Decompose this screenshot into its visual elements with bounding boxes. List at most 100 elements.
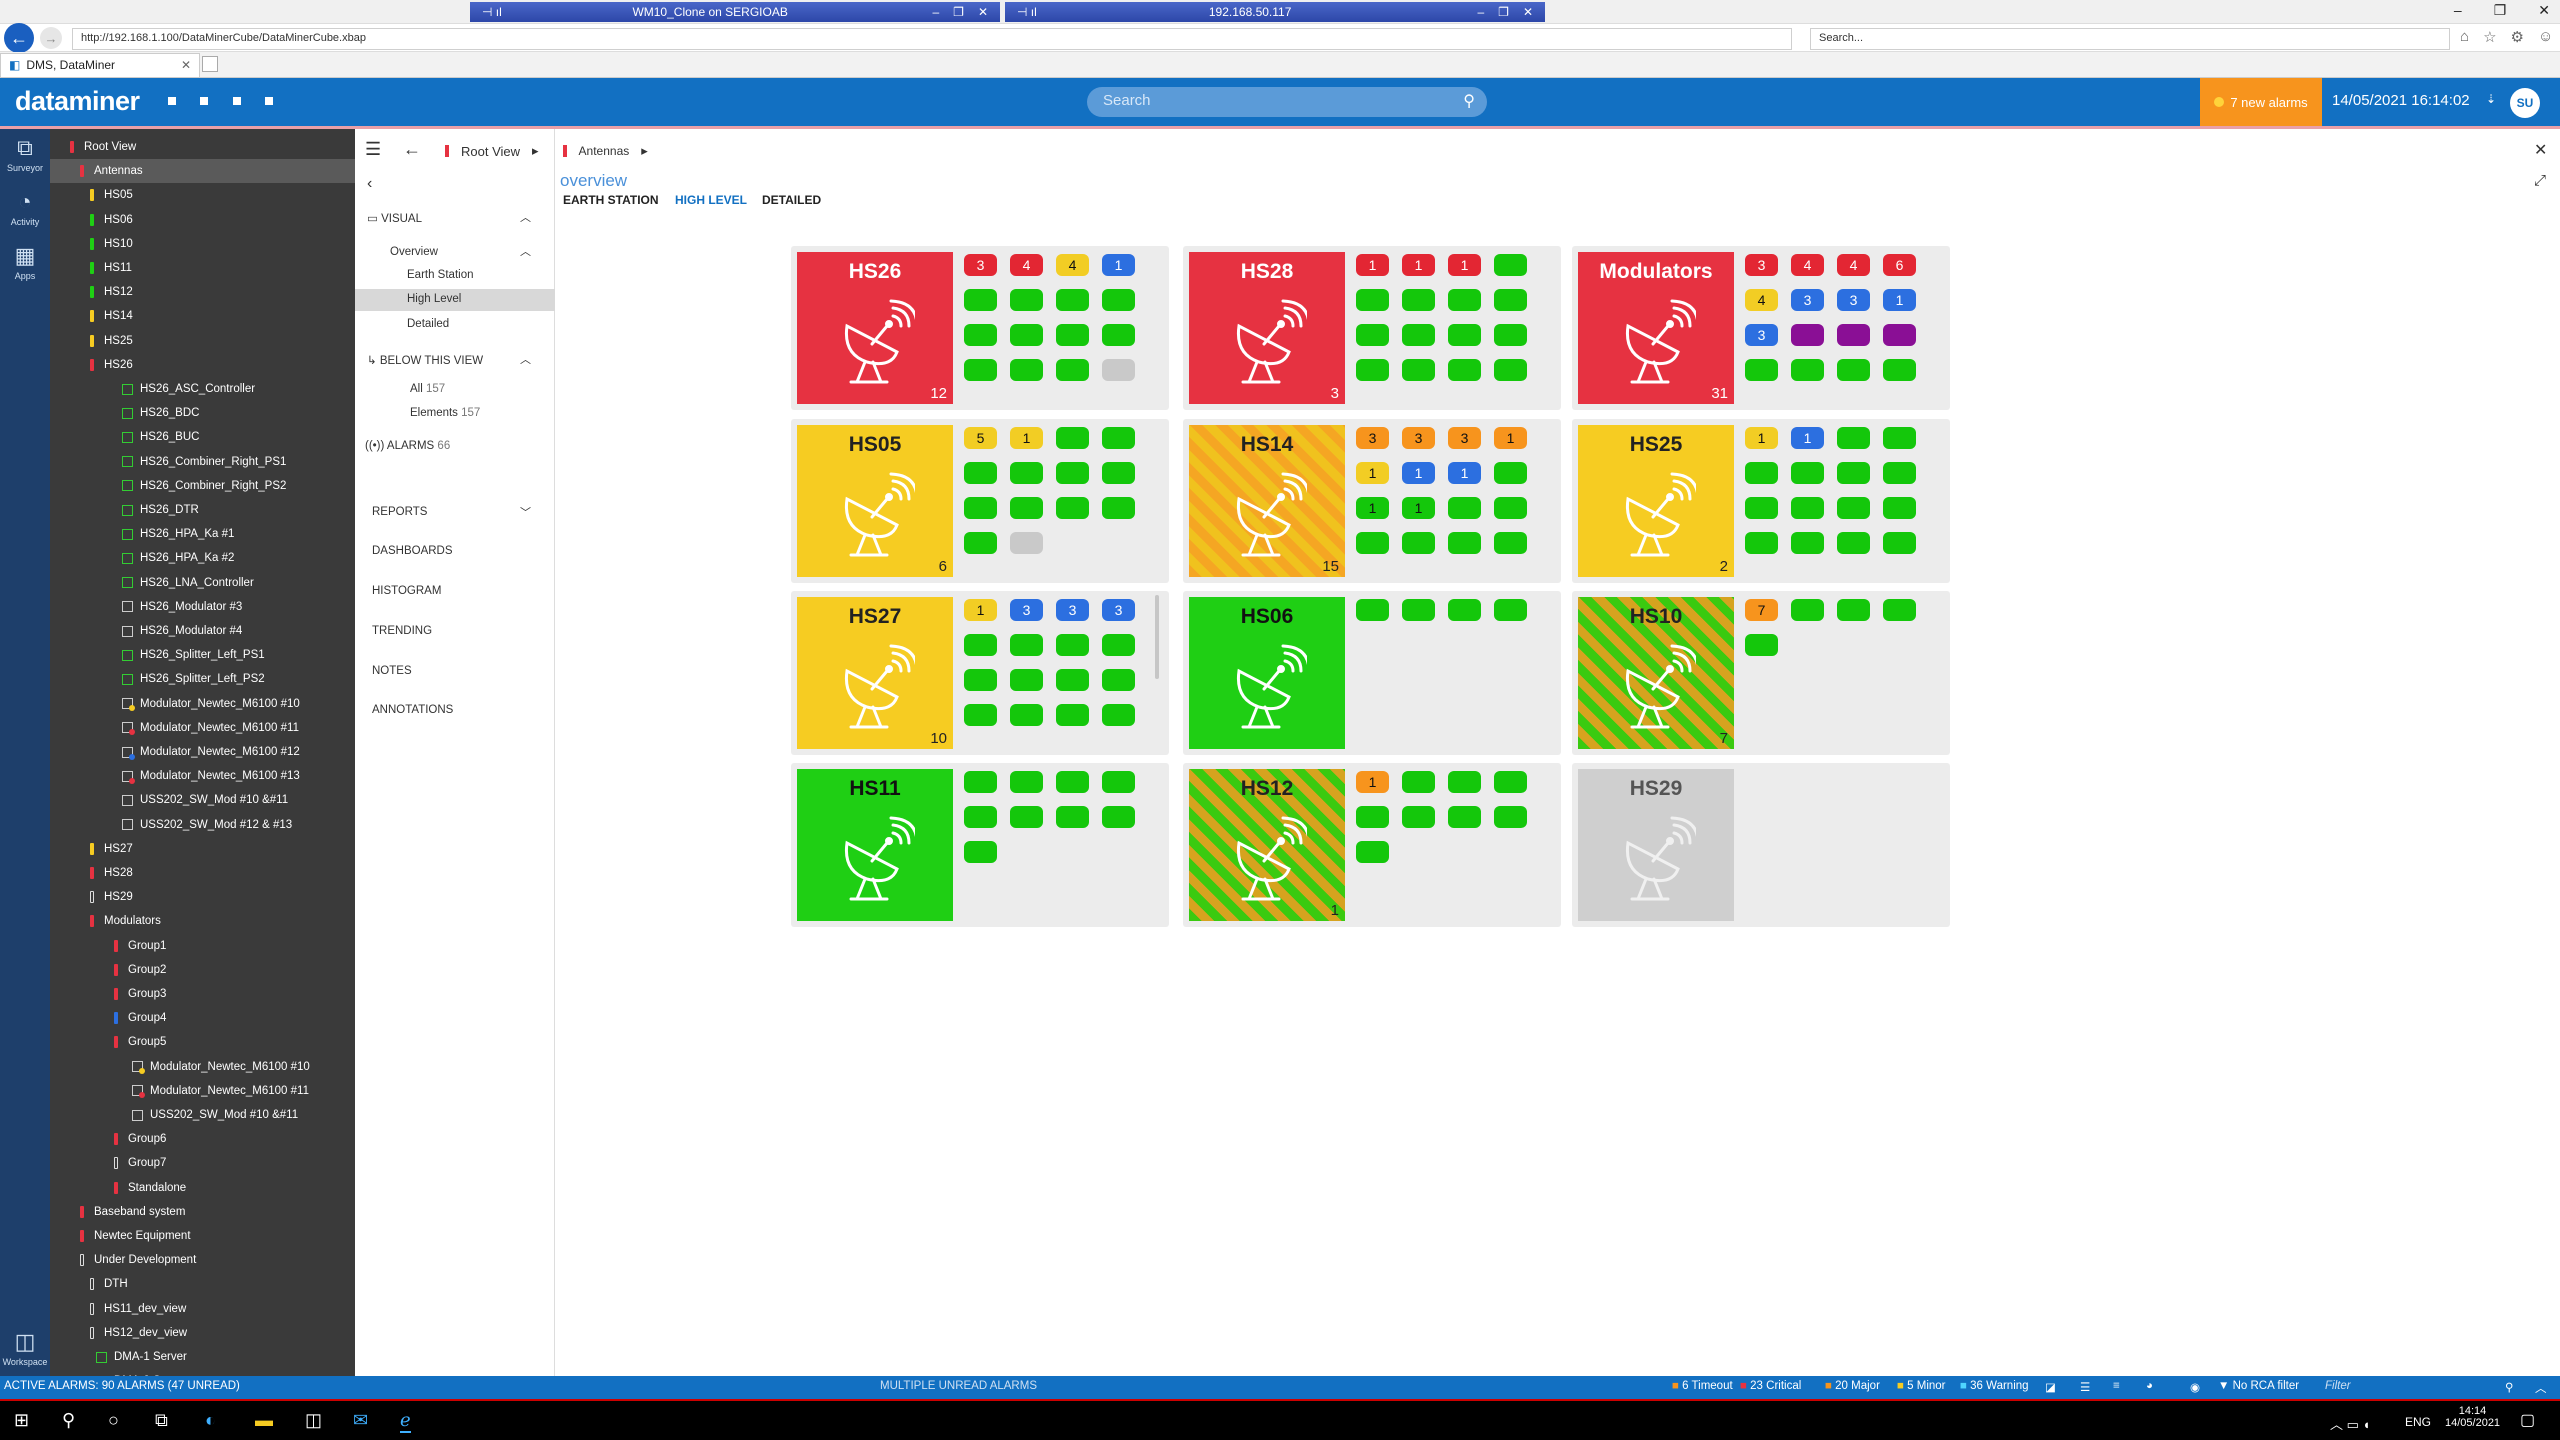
tree-item[interactable]: DTH — [50, 1272, 355, 1296]
minor-counter[interactable]: ■ 5 Minor — [1897, 1380, 1946, 1392]
element-status-pill[interactable] — [1448, 324, 1481, 346]
element-status-pill[interactable] — [1883, 324, 1916, 346]
taskbar-clock[interactable]: 14:14 14/05/2021 — [2445, 1405, 2500, 1429]
tree-item[interactable]: HS26_ASC_Controller — [50, 377, 355, 401]
critical-counter[interactable]: ■ 23 Critical — [1740, 1380, 1801, 1392]
tree-item[interactable]: Antennas — [50, 159, 355, 184]
element-status-pill[interactable]: 6 — [1883, 254, 1916, 276]
internet-explorer-icon[interactable]: ℯ — [400, 1410, 411, 1433]
element-status-pill[interactable] — [1791, 532, 1824, 554]
close-card-icon[interactable]: ✕ — [2534, 140, 2547, 160]
view-tile[interactable]: HS29 — [1578, 769, 1734, 921]
antenna-card[interactable]: HS14 15 3 3 3 1 1 1 1 1 1 — [1183, 419, 1561, 583]
element-status-pill[interactable]: 1 — [1883, 289, 1916, 311]
breadcrumb-arrow-icon[interactable]: ▸ — [532, 143, 539, 159]
element-status-pill[interactable] — [964, 289, 997, 311]
element-status-pill[interactable]: 1 — [1402, 462, 1435, 484]
tree-item[interactable]: Under Development — [50, 1248, 355, 1272]
cortana-icon[interactable]: ○ — [108, 1410, 119, 1431]
element-status-pill[interactable]: 1 — [1356, 254, 1389, 276]
element-status-pill[interactable]: 3 — [1056, 599, 1089, 621]
element-status-pill[interactable] — [1837, 359, 1870, 381]
detailed-item[interactable]: Detailed — [407, 318, 449, 330]
tree-item[interactable]: Newtec Equipment — [50, 1224, 355, 1248]
element-status-pill[interactable] — [1494, 806, 1527, 828]
element-status-pill[interactable] — [1745, 634, 1778, 656]
tree-item[interactable]: Modulator_Newtec_M6100 #10 — [50, 692, 355, 716]
element-status-pill[interactable] — [1494, 599, 1527, 621]
focus-icon[interactable]: ◉ — [2190, 1380, 2200, 1394]
edge-icon[interactable]: ◐ — [205, 1410, 216, 1431]
tree-item[interactable]: HS26_Modulator #3 — [50, 595, 355, 619]
close-icon[interactable]: ✕ — [1523, 5, 1533, 19]
element-status-pill[interactable] — [1356, 359, 1389, 381]
element-status-pill[interactable] — [1010, 669, 1043, 691]
view-tile[interactable]: HS05 6 — [797, 425, 953, 577]
tree-item[interactable]: Modulator_Newtec_M6100 #12 — [50, 740, 355, 764]
antenna-card[interactable]: HS10 77 — [1572, 591, 1950, 755]
tree-item[interactable]: Group6 — [50, 1127, 355, 1151]
view-tile[interactable]: Modulators 31 — [1578, 252, 1734, 404]
high-level-item[interactable]: High Level — [407, 293, 461, 305]
tree-item[interactable]: HS11_dev_view — [50, 1297, 355, 1321]
browser-search-input[interactable]: Search... — [1810, 28, 2450, 50]
element-status-pill[interactable]: 3 — [1837, 289, 1870, 311]
element-status-pill[interactable] — [1883, 497, 1916, 519]
element-status-pill[interactable] — [1056, 806, 1089, 828]
all-item[interactable]: All 157 — [410, 383, 445, 395]
tree-item[interactable]: HS26_BUC — [50, 425, 355, 449]
earth-station-item[interactable]: Earth Station — [407, 269, 473, 281]
tree-item[interactable]: Group1 — [50, 934, 355, 958]
rdp-tab-1[interactable]: ⊣ ıl WM10_Clone on SERGIOAB – ❐ ✕ — [470, 2, 1000, 22]
tree-item[interactable]: HS25 — [50, 329, 355, 353]
antenna-card[interactable]: Modulators 31 3 4 4 6 4 3 3 1 3 — [1572, 246, 1950, 410]
element-status-pill[interactable] — [1010, 532, 1043, 554]
element-status-pill[interactable]: 4 — [1010, 254, 1043, 276]
reports-item[interactable]: REPORTS — [372, 506, 427, 518]
element-status-pill[interactable]: 5 — [964, 427, 997, 449]
collapse-panel-icon[interactable]: ‹ — [367, 175, 372, 193]
tree-item[interactable]: Standalone — [50, 1176, 355, 1200]
tree-item[interactable]: HS14 — [50, 304, 355, 328]
chevron-up-icon[interactable]: ︿ — [520, 243, 531, 259]
element-status-pill[interactable] — [1056, 289, 1089, 311]
antenna-card[interactable]: HS27 10 1 3 3 3 — [791, 591, 1169, 755]
element-status-pill[interactable]: 3 — [1356, 427, 1389, 449]
app-dot-3[interactable] — [233, 97, 241, 105]
element-status-pill[interactable] — [964, 497, 997, 519]
element-status-pill[interactable] — [1056, 704, 1089, 726]
antenna-card[interactable]: HS12 11 — [1183, 763, 1561, 927]
tree-item[interactable]: HS26_BDC — [50, 401, 355, 425]
element-status-pill[interactable] — [1402, 359, 1435, 381]
element-status-pill[interactable] — [1791, 324, 1824, 346]
list-view-icon[interactable]: ☰ — [2080, 1380, 2090, 1394]
app-dot-4[interactable] — [265, 97, 273, 105]
view-tile[interactable]: HS26 12 — [797, 252, 953, 404]
restore-icon[interactable]: ❐ — [953, 5, 964, 19]
tree-item[interactable]: HS12_dev_view — [50, 1321, 355, 1345]
store-icon[interactable]: ◫ — [305, 1410, 322, 1431]
element-status-pill[interactable] — [964, 669, 997, 691]
notifications-icon[interactable]: ▢ — [2520, 1410, 2535, 1430]
element-status-pill[interactable] — [1010, 806, 1043, 828]
element-status-pill[interactable] — [1102, 497, 1135, 519]
element-status-pill[interactable] — [1356, 289, 1389, 311]
browser-tab[interactable]: ◧ DMS, DataMiner ✕ — [0, 53, 200, 77]
element-status-pill[interactable]: 1 — [1791, 427, 1824, 449]
forward-arrow-icon[interactable]: → — [40, 27, 62, 49]
tree-item[interactable]: HS10 — [50, 232, 355, 256]
element-status-pill[interactable] — [1883, 427, 1916, 449]
tree-item[interactable]: HS11 — [50, 256, 355, 280]
hamburger-icon[interactable]: ☰ — [365, 139, 381, 160]
element-status-pill[interactable] — [1837, 532, 1870, 554]
element-status-pill[interactable] — [1402, 599, 1435, 621]
element-status-pill[interactable] — [1010, 324, 1043, 346]
element-status-pill[interactable] — [1745, 462, 1778, 484]
home-icon[interactable]: ⌂ — [2460, 28, 2469, 46]
alarm-filter-input[interactable]: Filter — [2325, 1380, 2535, 1392]
element-status-pill[interactable]: 3 — [1102, 599, 1135, 621]
view-tile[interactable]: HS25 2 — [1578, 425, 1734, 577]
element-status-pill[interactable]: 1 — [1402, 254, 1435, 276]
element-status-pill[interactable] — [964, 806, 997, 828]
card-scrollbar[interactable] — [1155, 595, 1159, 679]
